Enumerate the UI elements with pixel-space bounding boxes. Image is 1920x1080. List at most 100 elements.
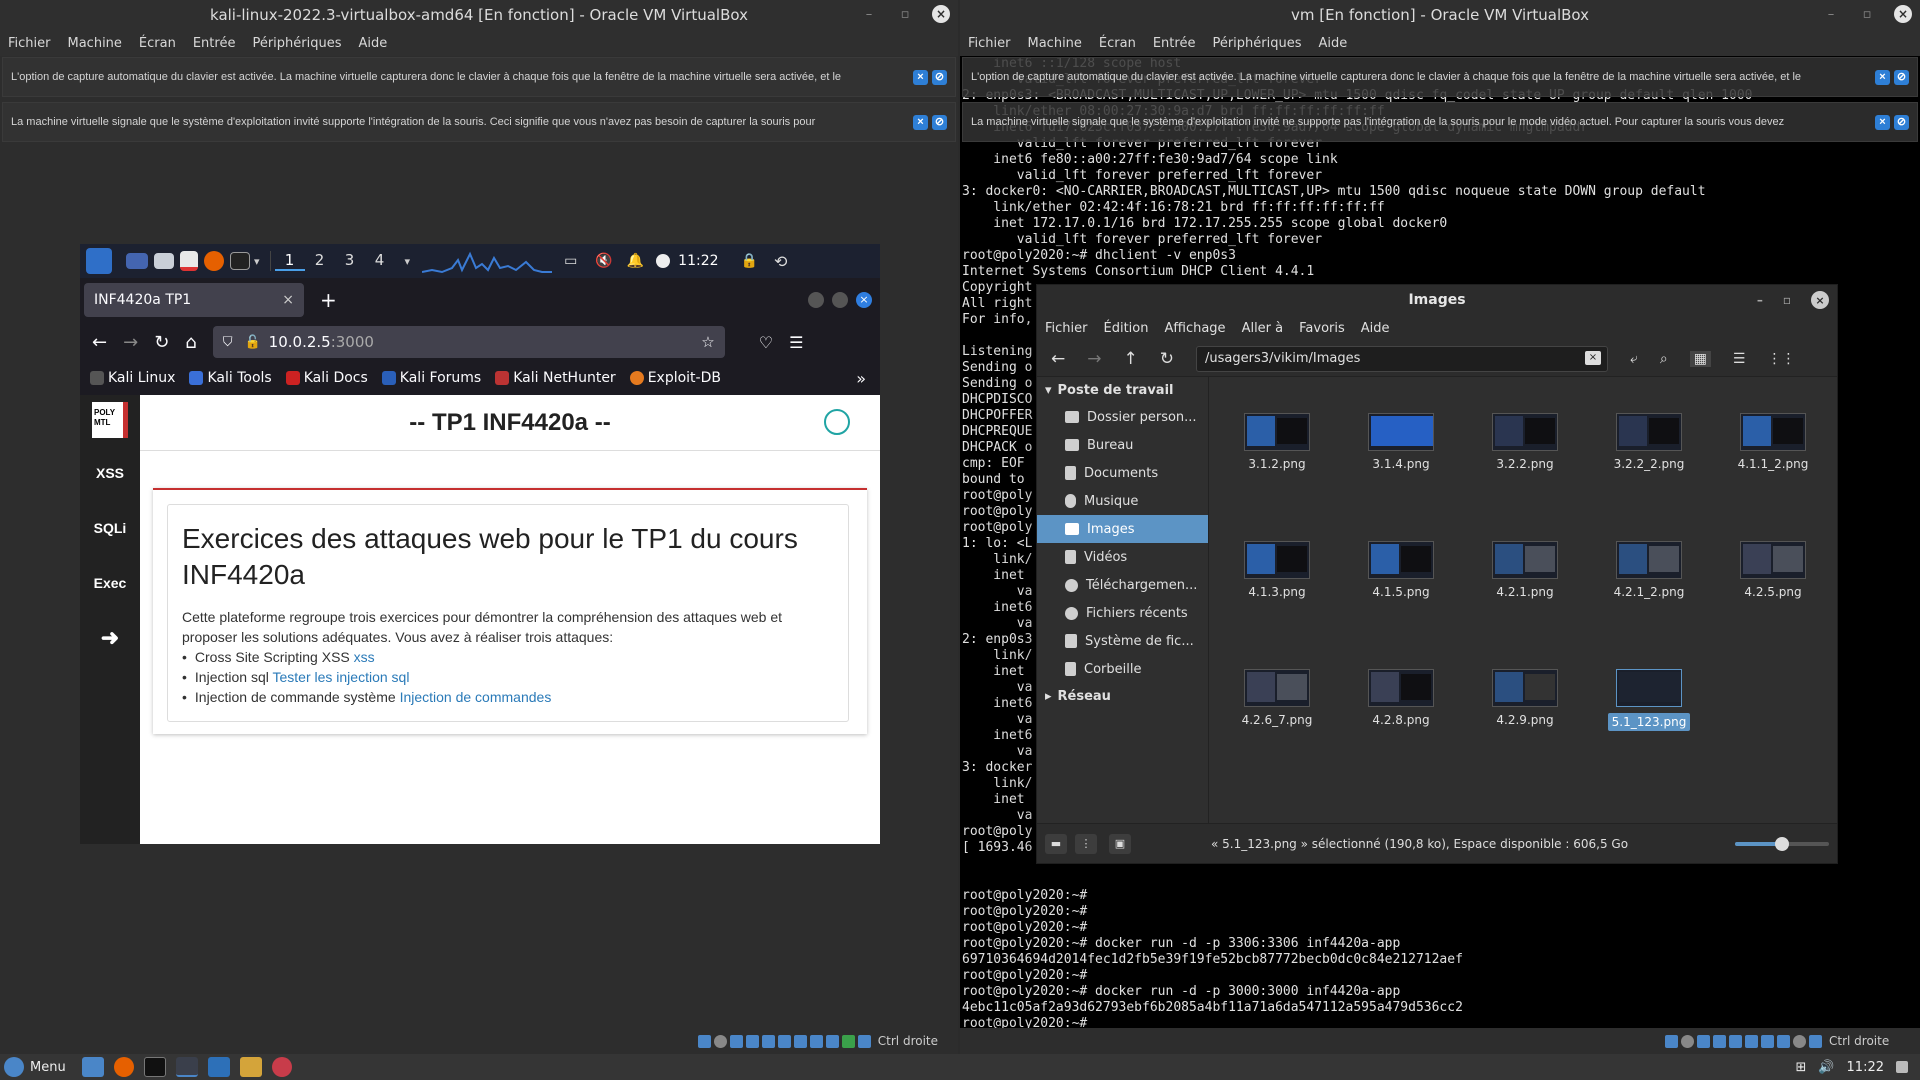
bookmark-star-icon[interactable]: ☆	[701, 333, 714, 351]
workspace-2[interactable]: 2	[305, 251, 335, 271]
file-item[interactable]: 4.1.1_2.png	[1723, 413, 1823, 471]
place-videos[interactable]: Vidéos	[1037, 543, 1208, 571]
hamburger-menu-icon[interactable]: ☰	[789, 333, 803, 352]
audio-icon[interactable]	[729, 1034, 743, 1048]
toggle-sidebar-icon[interactable]: ▣	[1109, 833, 1131, 854]
menu-aide[interactable]: Aide	[1361, 321, 1390, 336]
shield-icon[interactable]: ⛉	[223, 335, 233, 350]
clear-path-icon[interactable]: ×	[1585, 350, 1601, 365]
more-bookmarks-icon[interactable]: »	[856, 369, 866, 388]
menu-fichier[interactable]: Fichier	[1045, 321, 1088, 336]
hdd-icon[interactable]	[1665, 1034, 1678, 1048]
menu-aide[interactable]: Aide	[359, 36, 388, 51]
reload-icon[interactable]: ↻	[1160, 349, 1174, 369]
list-view-icon[interactable]: ☰	[1733, 351, 1746, 367]
close-banner-icon[interactable]: ×	[1875, 115, 1890, 130]
polymtl-logo[interactable]: POLY MTL	[80, 395, 140, 445]
sql-link[interactable]: Tester les injection sql	[272, 669, 409, 685]
mute-banner-icon[interactable]: ⊘	[1894, 115, 1909, 130]
file-item[interactable]: 3.2.2.png	[1475, 413, 1575, 471]
minimize-icon[interactable]: –	[1757, 293, 1763, 307]
bookmark-kali-docs[interactable]: Kali Docs	[285, 370, 368, 386]
place-desktop[interactable]: Bureau	[1037, 431, 1208, 459]
left-window-titlebar[interactable]: kali-linux-2022.3-virtualbox-amd64 [En f…	[0, 0, 958, 30]
place-downloads[interactable]: Téléchargemen...	[1037, 571, 1208, 599]
virtualbox-app-icon[interactable]	[207, 1057, 230, 1077]
places-header[interactable]: ▾ Poste de travail	[1037, 377, 1208, 403]
menu-machine[interactable]: Machine	[1028, 36, 1082, 51]
place-recent[interactable]: Fichiers récents	[1037, 599, 1208, 627]
menu-entree[interactable]: Entrée	[193, 36, 236, 51]
network-icon[interactable]	[1713, 1034, 1726, 1048]
bookmark-kali-forums[interactable]: Kali Forums	[381, 370, 481, 386]
recording-icon[interactable]	[1777, 1034, 1790, 1048]
volume-icon[interactable]: 🔊	[1818, 1060, 1834, 1075]
start-menu-button[interactable]: Menu	[4, 1057, 66, 1077]
lock-icon[interactable]: 🔒	[741, 253, 758, 269]
minimize-icon[interactable]: –	[860, 5, 878, 23]
file-item[interactable]: 3.1.4.png	[1351, 413, 1451, 471]
file-manager-titlebar[interactable]: Images – ▫ ×	[1037, 285, 1837, 315]
bell-icon[interactable]: 🔔	[627, 253, 644, 269]
shared-folder-icon[interactable]	[777, 1034, 791, 1048]
up-icon[interactable]: ↑	[1124, 349, 1138, 369]
forward-icon[interactable]: →	[123, 332, 138, 353]
menu-ecran[interactable]: Écran	[1099, 36, 1136, 51]
file-item-selected[interactable]: 5.1_123.png	[1599, 669, 1699, 731]
logout-icon[interactable]: ⟲	[774, 252, 787, 271]
display-icon[interactable]	[793, 1034, 807, 1048]
firefox-icon[interactable]	[204, 251, 224, 271]
mute-banner-icon[interactable]: ⊘	[1894, 70, 1909, 85]
workspace-1[interactable]: 1	[274, 251, 305, 271]
show-desktop-icon[interactable]	[1896, 1061, 1908, 1073]
toggle-location-icon[interactable]: ⤶	[1630, 351, 1638, 367]
shared-folder-icon[interactable]	[1745, 1034, 1758, 1048]
mute-banner-icon[interactable]: ⊘	[932, 70, 947, 85]
hdd-icon[interactable]	[697, 1034, 711, 1048]
place-documents[interactable]: Documents	[1037, 459, 1208, 487]
reload-icon[interactable]: ↻	[154, 332, 169, 353]
url-bar[interactable]: ⛉ 🔓 10.0.2.5:3000 ☆	[212, 326, 725, 358]
menu-entree[interactable]: Entrée	[1153, 36, 1196, 51]
bookmark-exploit-db[interactable]: Exploit-DB	[629, 370, 721, 386]
close-tab-icon[interactable]: ×	[282, 292, 294, 308]
user-account-icon[interactable]	[824, 409, 850, 435]
xss-link[interactable]: xss	[354, 649, 375, 665]
menu-fichier[interactable]: Fichier	[968, 36, 1011, 51]
bookmark-kali-tools[interactable]: Kali Tools	[189, 370, 272, 386]
file-item[interactable]: 4.2.6_7.png	[1227, 669, 1327, 727]
zoom-slider[interactable]	[1735, 836, 1829, 851]
maximize-icon[interactable]: ▫	[1858, 5, 1876, 23]
home-icon[interactable]: ⌂	[185, 332, 196, 353]
chevron-down-icon[interactable]: ▾	[254, 255, 260, 268]
mute-banner-icon[interactable]: ⊘	[932, 115, 947, 130]
menu-aller-a[interactable]: Aller à	[1242, 321, 1284, 336]
file-item[interactable]: 4.2.1_2.png	[1599, 541, 1699, 599]
menu-machine[interactable]: Machine	[68, 36, 122, 51]
place-filesystem[interactable]: Système de fic...	[1037, 627, 1208, 655]
menu-peripheriques[interactable]: Périphériques	[252, 36, 341, 51]
desktop-icon[interactable]	[126, 253, 148, 269]
right-window-titlebar[interactable]: vm [En fonction] - Oracle VM VirtualBox …	[960, 0, 1920, 30]
kali-menu-icon[interactable]	[86, 248, 112, 274]
file-item[interactable]: 4.1.3.png	[1227, 541, 1327, 599]
terminal-icon[interactable]	[230, 252, 250, 270]
menu-edition[interactable]: Édition	[1104, 321, 1149, 336]
close-icon[interactable]: ×	[856, 292, 872, 308]
file-item[interactable]: 4.2.9.png	[1475, 669, 1575, 727]
browser-tab[interactable]: INF4420a TP1 ×	[84, 283, 304, 317]
close-banner-icon[interactable]: ×	[1875, 70, 1890, 85]
file-item[interactable]: 4.1.5.png	[1351, 541, 1451, 599]
file-item[interactable]: 3.2.2_2.png	[1599, 413, 1699, 471]
new-tab-icon[interactable]: +	[320, 288, 337, 312]
keyboard-capture-icon[interactable]	[857, 1034, 871, 1048]
icon-view-icon[interactable]: ▦	[1689, 350, 1711, 367]
logout-icon[interactable]: ➜	[80, 610, 140, 665]
menu-fichier[interactable]: Fichier	[8, 36, 51, 51]
audio-icon[interactable]	[1697, 1034, 1710, 1048]
close-icon[interactable]: ×	[1811, 291, 1829, 309]
taskbar-clock[interactable]: 11:22	[1847, 1060, 1884, 1075]
network-icon[interactable]: ⊞	[1795, 1060, 1806, 1075]
show-tree-icon[interactable]: ⋮	[1075, 833, 1097, 854]
menu-aide[interactable]: Aide	[1319, 36, 1348, 51]
